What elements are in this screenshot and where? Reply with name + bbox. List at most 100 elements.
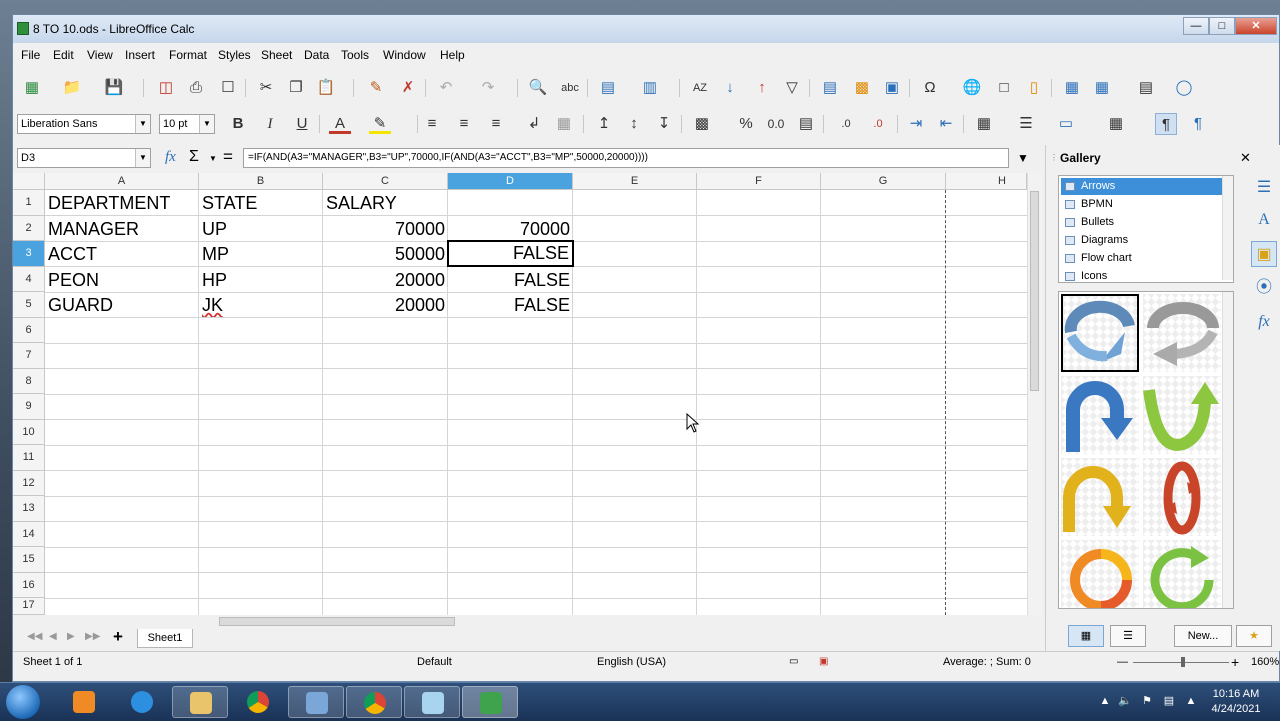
export-pdf-icon[interactable]: ◫ xyxy=(155,77,177,99)
gallery-item-ring-arrows-red[interactable] xyxy=(1143,458,1221,536)
language-status[interactable]: English (USA) xyxy=(597,656,666,668)
increase-indent-icon[interactable]: ⇥ xyxy=(905,113,927,135)
undo-icon[interactable]: ↶ xyxy=(435,77,457,99)
sort-descending-icon[interactable]: ↑ xyxy=(751,77,773,99)
print-icon[interactable]: ⎙ xyxy=(185,77,207,99)
clone-formatting-icon[interactable]: ✎ xyxy=(365,77,387,99)
taskbar-notes[interactable] xyxy=(404,686,460,718)
menu-window[interactable]: Window xyxy=(383,48,426,62)
paste-icon[interactable]: 📋 xyxy=(315,77,337,99)
spreadsheet-grid[interactable]: A B C D E F G H 1 2 3 4 5 6 7 8 9 10 11 … xyxy=(13,173,1027,615)
navigator-deck-icon[interactable]: ⦿ xyxy=(1251,275,1277,301)
hyperlink-icon[interactable]: 🌐 xyxy=(961,77,983,99)
sort-ascending-icon[interactable]: ↓ xyxy=(719,77,741,99)
font-size-combo[interactable]: 10 pt ▼ xyxy=(159,114,215,134)
cell-b2[interactable]: UP xyxy=(199,216,323,241)
cell-b4[interactable]: HP xyxy=(199,267,323,292)
cell-b3[interactable]: MP xyxy=(199,241,323,266)
close-button[interactable]: ✕ xyxy=(1235,17,1277,35)
menu-edit[interactable]: Edit xyxy=(53,48,74,62)
cell-a3[interactable]: ACCT xyxy=(45,241,199,266)
cell-d5[interactable]: FALSE xyxy=(448,292,573,317)
column-header-f[interactable]: F xyxy=(697,173,821,190)
new-theme-button[interactable]: New... xyxy=(1174,625,1232,647)
detailed-view-button[interactable]: ☰ xyxy=(1110,625,1146,647)
expand-formula-bar-icon[interactable]: ▼ xyxy=(1017,151,1029,165)
row-header-14[interactable]: 14 xyxy=(13,521,45,547)
cell-b1[interactable]: STATE xyxy=(199,190,323,215)
styles-deck-icon[interactable]: A xyxy=(1251,207,1277,233)
chevron-down-icon[interactable]: ▼ xyxy=(135,149,150,167)
borders-icon[interactable]: ▦ xyxy=(973,113,995,135)
row-header-15[interactable]: 15 xyxy=(13,547,45,573)
properties-deck-icon[interactable]: ☰ xyxy=(1251,175,1277,201)
comment-icon[interactable]: □ xyxy=(993,77,1015,99)
spelling-icon[interactable]: abc xyxy=(559,77,581,99)
row-header-9[interactable]: 9 xyxy=(13,394,45,420)
menu-data[interactable]: Data xyxy=(304,48,329,62)
column-header-g[interactable]: G xyxy=(821,173,946,190)
border-color-icon[interactable]: ▭ xyxy=(1055,113,1077,135)
align-bottom-icon[interactable]: ↧ xyxy=(653,113,675,135)
chevron-down-icon[interactable]: ▼ xyxy=(199,115,214,133)
font-color-icon[interactable]: A xyxy=(329,113,351,134)
icon-view-button[interactable]: ▦ xyxy=(1068,625,1104,647)
row-header-16[interactable]: 16 xyxy=(13,572,45,598)
sum-button[interactable]: Σ xyxy=(189,148,199,166)
redo-icon[interactable]: ↷ xyxy=(477,77,499,99)
cell-a1[interactable]: DEPARTMENT xyxy=(45,190,199,215)
tray-overflow-icon[interactable]: ▲ xyxy=(1098,694,1112,708)
row-header-6[interactable]: 6 xyxy=(13,317,45,343)
horizontal-scrollbar[interactable] xyxy=(13,617,1043,627)
delete-decimal-icon[interactable]: .0 xyxy=(867,113,889,135)
font-name-combo[interactable]: Liberation Sans ▼ xyxy=(17,114,151,134)
add-decimal-icon[interactable]: .0 xyxy=(835,113,857,135)
first-sheet-icon[interactable]: ◀◀ xyxy=(27,631,42,642)
sum-summary[interactable]: Average: ; Sum: 0 xyxy=(943,656,1031,668)
gallery-theme-diagrams[interactable]: Diagrams xyxy=(1061,232,1231,249)
signal-icon[interactable]: ▲ xyxy=(1184,694,1198,708)
name-box[interactable]: D3 ▼ xyxy=(17,148,151,168)
menu-format[interactable]: Format xyxy=(169,48,207,62)
sort-icon[interactable]: AZ xyxy=(689,77,711,99)
cell-c4[interactable]: 20000 xyxy=(323,267,448,292)
taskbar-media-player[interactable] xyxy=(56,686,112,718)
define-print-area-icon[interactable]: ▦ xyxy=(1061,77,1083,99)
gallery-items-scrollbar[interactable] xyxy=(1222,292,1233,608)
gallery-item-cycle-arrows-orange[interactable] xyxy=(1061,540,1139,608)
gallery-item-cycle-arrow-green[interactable] xyxy=(1143,540,1221,608)
zoom-in-button[interactable]: + xyxy=(1231,654,1239,670)
cell-c1[interactable]: SALARY xyxy=(323,190,448,215)
column-header-a[interactable]: A xyxy=(45,173,199,190)
special-character-icon[interactable]: Ω xyxy=(919,77,941,99)
row-header-5[interactable]: 5 xyxy=(13,292,45,318)
sheet-tab-sheet1[interactable]: Sheet1 xyxy=(137,629,193,648)
row-header-10[interactable]: 10 xyxy=(13,419,45,445)
select-all-corner[interactable] xyxy=(13,173,45,190)
row-header-12[interactable]: 12 xyxy=(13,470,45,496)
pivot-table-icon[interactable]: ▣ xyxy=(881,77,903,99)
menu-help[interactable]: Help xyxy=(440,48,465,62)
insert-chart-icon[interactable]: ▩ xyxy=(851,77,873,99)
insert-image-icon[interactable]: ▤ xyxy=(819,77,841,99)
network-icon[interactable]: ▤ xyxy=(1162,694,1176,708)
menu-file[interactable]: File xyxy=(21,48,40,62)
function-wizard-button[interactable]: fx xyxy=(165,149,176,166)
last-sheet-icon[interactable]: ▶▶ xyxy=(85,631,100,642)
cell-c3[interactable]: 50000 xyxy=(323,241,448,266)
zoom-level[interactable]: 160% xyxy=(1251,656,1279,668)
chevron-down-icon[interactable]: ▼ xyxy=(209,154,217,163)
add-sheet-button[interactable]: + xyxy=(113,627,123,647)
taskbar-libreoffice-calc[interactable] xyxy=(462,686,518,718)
taskbar-chrome-window[interactable] xyxy=(346,686,402,718)
taskbar-control-panel[interactable] xyxy=(288,686,344,718)
gallery-item-circular-arrow-blue[interactable] xyxy=(1061,294,1139,372)
save-icon[interactable]: 💾 xyxy=(103,77,125,99)
gallery-theme-bpmn[interactable]: BPMN xyxy=(1061,196,1231,213)
center-vertically-icon[interactable]: ↕ xyxy=(623,113,645,135)
gallery-deck-icon[interactable]: ▣ xyxy=(1251,241,1277,267)
formula-button[interactable]: = xyxy=(223,147,233,167)
italic-button[interactable]: I xyxy=(259,113,281,135)
wrap-text-icon[interactable]: ↲ xyxy=(523,113,545,135)
row-header-4[interactable]: 4 xyxy=(13,266,45,292)
